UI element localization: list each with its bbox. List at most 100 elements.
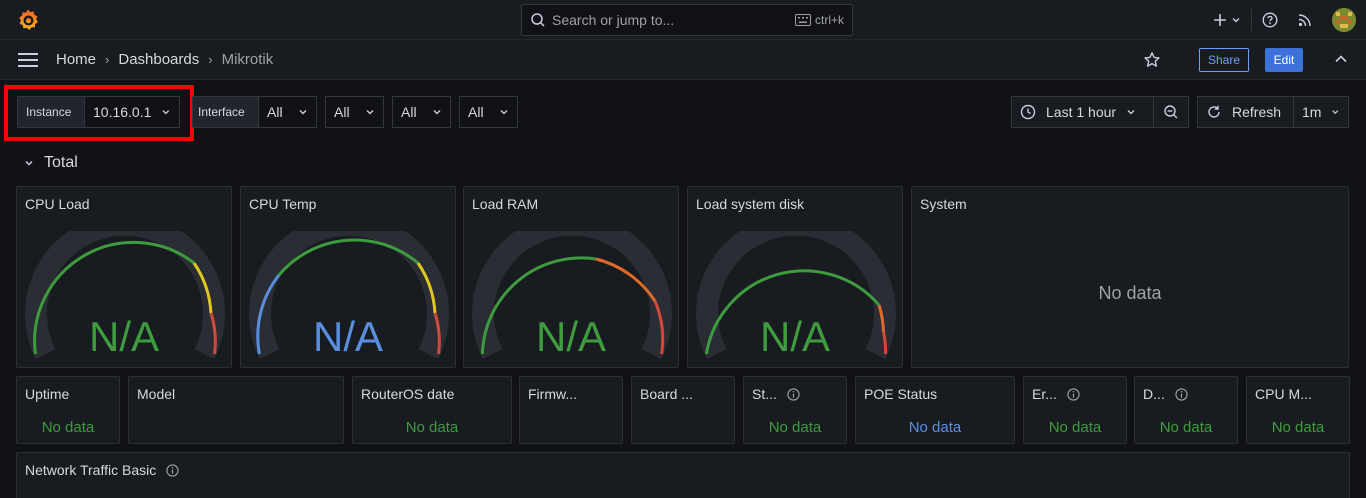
panel-title: St... (752, 386, 777, 402)
breadcrumb-current: Mikrotik (221, 51, 274, 68)
variable-value-4: All (401, 104, 417, 120)
no-data-label: No data (1048, 419, 1102, 436)
menu-icon[interactable] (18, 52, 38, 68)
system-panel[interactable]: System No data (911, 186, 1349, 368)
zoom-out-icon (1164, 105, 1178, 119)
gauge-panel-cpu-temp[interactable]: CPU Temp N/A (240, 186, 456, 368)
plus-icon (1214, 14, 1226, 26)
interface-variable-label: Interface (192, 96, 259, 128)
zoom-out-button[interactable] (1153, 96, 1189, 128)
panel-title-wrap: Er... (1032, 386, 1080, 402)
variable-select-3[interactable]: All (325, 96, 384, 128)
user-avatar[interactable] (1332, 8, 1356, 32)
variable-value-3: All (334, 104, 350, 120)
share-button[interactable]: Share (1199, 48, 1249, 72)
help-button[interactable] (1262, 6, 1278, 34)
top-right-actions (1213, 6, 1356, 34)
no-data-label: No data (768, 419, 822, 436)
time-range-picker[interactable]: Last 1 hour (1011, 96, 1154, 128)
interface-variable-select[interactable]: All (258, 96, 317, 128)
gauge-value: N/A (312, 313, 383, 360)
chevron-down-icon (1232, 18, 1240, 23)
panel-title: Er... (1032, 386, 1057, 402)
refresh-icon (1208, 105, 1220, 118)
gauge-value: N/A (535, 313, 606, 360)
time-range-label: Last 1 hour (1046, 104, 1117, 120)
stat-panel-status[interactable]: St... No data (743, 376, 847, 444)
highlight-box (4, 85, 194, 141)
stat-panel-firmware[interactable]: Firmw... (519, 376, 623, 444)
panel-title: Firmw... (528, 386, 577, 402)
no-data-label: No data (908, 419, 962, 436)
panel-title: Model (137, 386, 176, 402)
gauge-panel-load-ram[interactable]: Load RAM N/A (463, 186, 679, 368)
stat-panel-errors[interactable]: Er... No data (1023, 376, 1127, 444)
no-data-label: No data (1159, 419, 1213, 436)
keyboard-icon (794, 14, 811, 26)
chevron-down-icon (299, 110, 307, 115)
panel-title: CPU Load (25, 196, 90, 212)
variable-select-4[interactable]: All (392, 96, 451, 128)
info-icon[interactable] (787, 387, 800, 401)
info-icon[interactable] (1067, 387, 1080, 401)
stat-panel-d[interactable]: D... No data (1134, 376, 1238, 444)
rss-icon (1298, 14, 1311, 27)
breadcrumb-home[interactable]: Home (56, 51, 96, 68)
chevron-down-icon (25, 160, 33, 166)
chevron-down-icon (366, 110, 374, 115)
search-placeholder: Search or jump to... (552, 12, 675, 28)
help-icon (1262, 12, 1278, 28)
breadcrumb-separator: › (208, 52, 213, 67)
edit-button[interactable]: Edit (1265, 48, 1303, 72)
stat-panel-board[interactable]: Board ... (631, 376, 735, 444)
panel-title: D... (1143, 386, 1165, 402)
stat-panel-cpu-m[interactable]: CPU M... No data (1246, 376, 1350, 444)
variable-value-5: All (468, 104, 484, 120)
chevron-down-icon (433, 110, 441, 115)
breadcrumb-dashboards[interactable]: Dashboards (118, 51, 199, 68)
interface-variable-value: All (267, 104, 283, 120)
gauge-panel-load-system-disk[interactable]: Load system disk N/A (687, 186, 903, 368)
search-icon (531, 13, 545, 27)
panel-title: CPU Temp (249, 196, 317, 212)
stat-panel-model[interactable]: Model (128, 376, 344, 444)
stat-panel-routeros-date[interactable]: RouterOS date No data (352, 376, 512, 444)
panel-title: Load system disk (696, 196, 805, 212)
info-icon[interactable] (166, 463, 179, 477)
new-dropdown-button[interactable] (1213, 6, 1241, 34)
shortcut-label: ctrl+k (814, 13, 844, 27)
panel-title: Load RAM (472, 196, 539, 212)
breadcrumb: Home › Dashboards › Mikrotik (56, 51, 273, 68)
grafana-logo-icon[interactable] (16, 8, 40, 32)
stat-panel-uptime[interactable]: Uptime No data (16, 376, 120, 444)
star-icon[interactable] (1143, 51, 1161, 69)
gauge-panel-cpu-load[interactable]: CPU Load N/A (16, 186, 232, 368)
divider (1251, 9, 1252, 31)
no-data-label: No data (1098, 283, 1162, 303)
avatar-icon (1332, 8, 1356, 32)
refresh-interval-picker[interactable]: 1m (1293, 96, 1349, 128)
refresh-button[interactable]: Refresh (1197, 96, 1294, 128)
stat-panel-poe-status[interactable]: POE Status No data (855, 376, 1015, 444)
panel-title-wrap: D... (1143, 386, 1188, 402)
keyboard-shortcut: ctrl+k (794, 13, 844, 27)
info-icon[interactable] (1175, 387, 1188, 401)
search-bar[interactable]: Search or jump to... ctrl+k (521, 4, 853, 36)
panel-title: System (920, 196, 967, 212)
breadcrumb-separator: › (105, 52, 110, 67)
panel-title: Uptime (25, 386, 70, 402)
news-button[interactable] (1298, 6, 1312, 34)
chevron-down-icon (500, 110, 508, 115)
chevron-up-icon[interactable] (1333, 51, 1349, 67)
network-traffic-panel[interactable]: Network Traffic Basic (16, 452, 1350, 498)
panel-title: Network Traffic Basic (25, 462, 157, 478)
gauge-value: N/A (88, 313, 159, 360)
variable-select-5[interactable]: All (459, 96, 518, 128)
row-header-total[interactable]: Total (24, 154, 78, 172)
panel-title: Board ... (640, 386, 693, 402)
no-data-label: No data (41, 419, 95, 436)
no-data-label: No data (405, 419, 459, 436)
dashboard-nav-bar: Home › Dashboards › Mikrotik (0, 40, 1366, 80)
panel-title-wrap: Network Traffic Basic (25, 462, 179, 478)
refresh-interval-label: 1m (1302, 104, 1322, 120)
